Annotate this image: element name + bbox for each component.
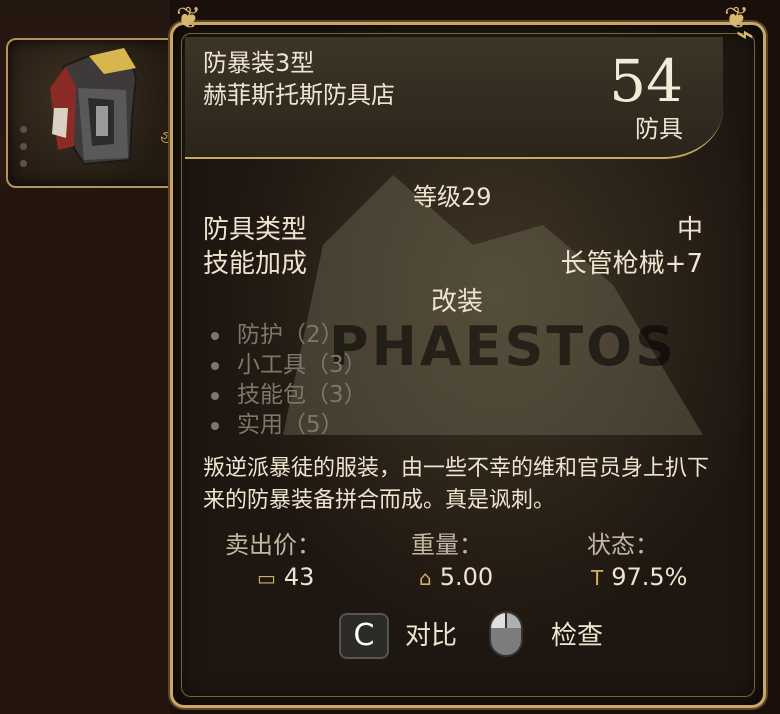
corner-ornament-icon: ❦ (176, 1, 202, 36)
mouse-left-click-icon[interactable] (489, 611, 523, 657)
weight-value: 5.00 (439, 563, 494, 591)
armor-value: 54 (609, 47, 683, 115)
mod-slot-skill-pack[interactable]: 技能包（3） (211, 375, 367, 409)
weight-icon: ⌂ (419, 566, 432, 590)
bullet-icon (211, 361, 219, 370)
mods-title: 改装 (431, 287, 484, 317)
condition-value: 97.5% (611, 563, 688, 591)
compare-label[interactable]: 对比 (405, 615, 457, 652)
mod-slot-utility[interactable]: 实用（5） (211, 405, 344, 439)
wrench-icon: T (591, 566, 604, 590)
item-level: 等级29 (413, 183, 492, 211)
price-label: 卖出价： (225, 531, 321, 559)
item-name: 防暴装3型 (203, 49, 315, 77)
armor-label: 防具 (635, 115, 683, 143)
weight-stat: ⌂ 5.00 (419, 563, 493, 591)
skill-bonus-value: 长管枪械+7 (560, 249, 703, 279)
inspect-label[interactable]: 检查 (551, 615, 603, 652)
condition-stat: T 97.5% (591, 563, 687, 591)
item-description: 叛逆派暴徒的服装，由一些不幸的维和官员身上扒下来的防暴装备拼合而成。真是讽刺。 (203, 456, 710, 513)
item-tooltip-panel: PHAESTOS 防暴装3型 赫菲斯托斯防具店 54 防具 等级29 防具类型 … (170, 22, 766, 708)
currency-icon: ▭ (257, 566, 276, 590)
mod-label: 实用（5） (237, 412, 344, 438)
corner-scroll-icon: ⌁ (736, 17, 755, 52)
item-source: 赫菲斯托斯防具店 (203, 81, 395, 109)
item-icon-card[interactable]: 🔧︎ (6, 38, 186, 188)
armor-type-label: 防具类型 (203, 215, 308, 245)
condition-label: 状态： (587, 531, 659, 559)
weight-label: 重量： (411, 531, 483, 559)
bullet-icon (211, 391, 219, 400)
armor-type-value: 中 (676, 215, 703, 245)
mod-slot-gadget[interactable]: 小工具（3） (211, 345, 367, 379)
skill-bonus-label: 技能加成 (203, 249, 308, 279)
mod-slot-protection[interactable]: 防护（2） (211, 315, 344, 349)
armor-vest-icon (50, 48, 138, 166)
bullet-icon (211, 421, 219, 430)
price-stat: ▭ 43 (257, 563, 314, 591)
bullet-icon (211, 331, 219, 340)
price-value: 43 (283, 563, 315, 591)
left-sidebar-lower (0, 185, 170, 714)
slot-dots (20, 126, 27, 177)
compare-key-button[interactable]: C (339, 613, 389, 659)
